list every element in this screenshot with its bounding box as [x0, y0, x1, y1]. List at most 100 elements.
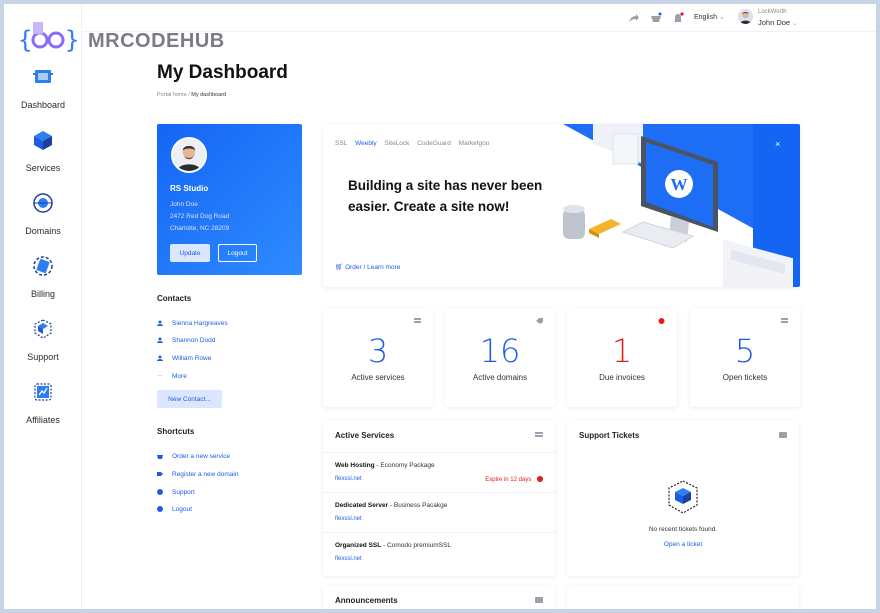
- breadcrumb-home[interactable]: Portal home: [157, 92, 187, 98]
- service-title: Organized SSL: [335, 542, 382, 549]
- contact-name: Shannon Dodd: [172, 336, 216, 344]
- service-domain[interactable]: flexssl.net: [335, 556, 362, 562]
- brand-name: MRCODEHUB: [88, 30, 225, 52]
- chevron-down-icon: ⌄: [718, 14, 725, 21]
- nav-label: Services: [25, 163, 61, 173]
- service-expiry: Expire in 12 days: [485, 476, 543, 483]
- open-ticket-link[interactable]: Open a ticket: [567, 541, 799, 548]
- language-selector[interactable]: English ⌄: [694, 13, 725, 21]
- nav-label: Support: [27, 352, 59, 362]
- app-window: { } Dashboard Services: [4, 4, 876, 609]
- nav-label: Billing: [30, 289, 55, 299]
- stat-label: Due invoices: [599, 373, 645, 382]
- tag-icon: [536, 318, 543, 324]
- service-row[interactable]: Organized SSL - Comodo premiumSSL flexss…: [323, 532, 555, 572]
- logout-button[interactable]: Logout: [218, 244, 257, 262]
- stat-value: 3: [367, 332, 389, 370]
- sidebar: { } Dashboard Services: [4, 4, 82, 609]
- top-bar: English ⌄ LockWorth John Doe ⌄: [82, 4, 876, 32]
- stat-active-services[interactable]: 3 Active services: [323, 308, 433, 407]
- nav-domains[interactable]: Domains: [4, 191, 82, 239]
- more-label: More: [172, 372, 187, 380]
- shortcuts-title: Shortcuts: [157, 427, 195, 436]
- contact-link[interactable]: Shannon Dodd: [157, 335, 215, 345]
- shortcut-logout[interactable]: Logout: [157, 504, 192, 514]
- tab-codeguard[interactable]: CodeGuard: [417, 140, 451, 147]
- service-name: Organized SSL - Comodo premiumSSL: [335, 542, 451, 549]
- breadcrumb-separator: /: [188, 92, 190, 98]
- services-box-icon: [34, 131, 52, 150]
- cart-icon[interactable]: [650, 12, 662, 24]
- nav-support[interactable]: Support: [4, 317, 82, 365]
- shortcut-register-domain[interactable]: Register a new domain: [157, 469, 238, 479]
- nav-billing[interactable]: Billing: [4, 254, 82, 302]
- service-domain[interactable]: flexssl.net: [335, 516, 362, 522]
- panel-title: Active Services: [335, 431, 395, 440]
- stat-value: 1: [611, 332, 633, 370]
- notification-bell-icon[interactable]: [672, 12, 684, 24]
- user-avatar[interactable]: [738, 9, 753, 24]
- no-tickets-text: No recent tickets found.: [648, 526, 718, 533]
- stat-due-invoices[interactable]: 1 Due invoices: [567, 308, 677, 407]
- service-row[interactable]: Web Hosting - Economy Package flexssl.ne…: [323, 452, 555, 492]
- person-icon: [157, 355, 163, 361]
- tab-weebly[interactable]: Weebly: [355, 140, 377, 147]
- page-title: My Dashboard: [157, 62, 288, 83]
- service-title: Web Hosting: [335, 462, 375, 469]
- cart-icon: 🛒︎: [335, 264, 344, 271]
- new-contact-button[interactable]: New Contact...: [157, 390, 222, 408]
- breadcrumb: Portal home / My dashboard: [157, 92, 226, 98]
- affiliates-chart-icon: [34, 383, 52, 401]
- language-label: English: [694, 14, 717, 21]
- shortcut-support[interactable]: Support: [157, 487, 195, 497]
- shortcut-order-service[interactable]: Order a new service: [157, 451, 230, 461]
- shortcut-label: Register a new domain: [172, 470, 239, 478]
- avatar-face-icon: [738, 9, 753, 24]
- service-plan: - Comodo premiumSSL: [381, 542, 451, 549]
- domains-globe-icon: [33, 193, 53, 213]
- profile-name: John Doe: [170, 201, 198, 208]
- contact-link[interactable]: William Rowe: [157, 353, 211, 363]
- breadcrumb-current: My dashboard: [191, 92, 227, 98]
- inbox-icon: [779, 432, 787, 438]
- service-domain[interactable]: flexssl.net: [335, 476, 362, 482]
- stat-label: Active domains: [472, 373, 528, 382]
- user-menu[interactable]: John Doe ⌄: [758, 18, 797, 27]
- profile-card: RS Studio John Doe 2472 Red Dog Road Cha…: [157, 124, 302, 275]
- stat-value: 16: [479, 332, 521, 370]
- close-icon[interactable]: ×: [775, 139, 780, 149]
- nav-label: Affiliates: [26, 415, 60, 425]
- brand-logo[interactable]: { }: [18, 18, 78, 58]
- nav-services[interactable]: Services: [4, 128, 82, 176]
- empty-box-icon: [668, 480, 698, 514]
- share-icon[interactable]: [628, 12, 640, 24]
- tab-ssl[interactable]: SSL: [335, 140, 347, 147]
- tab-marketgoo[interactable]: Marketgoo: [459, 140, 490, 147]
- service-plan: - Economy Package: [374, 462, 435, 469]
- alert-icon: [537, 476, 543, 482]
- stat-open-tickets[interactable]: 5 Open tickets: [690, 308, 800, 407]
- stat-active-domains[interactable]: 16 Active domains: [445, 308, 555, 407]
- panel-title: Support Tickets: [579, 431, 640, 440]
- promo-order-link[interactable]: 🛒︎ Order / Learn more: [335, 263, 400, 271]
- stat-value: 5: [734, 332, 756, 370]
- support-box-icon: [34, 319, 52, 339]
- update-button[interactable]: Update: [170, 244, 210, 262]
- person-icon: [157, 320, 163, 326]
- contact-name: William Rowe: [172, 354, 212, 362]
- tab-sitelock[interactable]: SiteLock: [384, 140, 409, 147]
- nav-label: Domains: [25, 226, 61, 236]
- logout-icon: [157, 506, 163, 512]
- profile-photo-icon: [173, 139, 205, 171]
- contact-link[interactable]: Sienna Hargreaves: [157, 318, 228, 328]
- service-row[interactable]: Dedicated Server - Business Pacakge flex…: [323, 492, 555, 532]
- nav-dashboard[interactable]: Dashboard: [4, 65, 82, 113]
- contacts-more-link[interactable]: ··· More: [157, 371, 187, 381]
- tag-icon: [157, 472, 163, 476]
- shortcut-label: Order a new service: [172, 452, 231, 460]
- shortcut-label: Support: [172, 488, 195, 496]
- contacts-title: Contacts: [157, 294, 192, 303]
- nav-affiliates[interactable]: Affiliates: [4, 380, 82, 428]
- service-plan: - Business Pacakge: [388, 502, 448, 509]
- ticket-icon: [781, 318, 788, 323]
